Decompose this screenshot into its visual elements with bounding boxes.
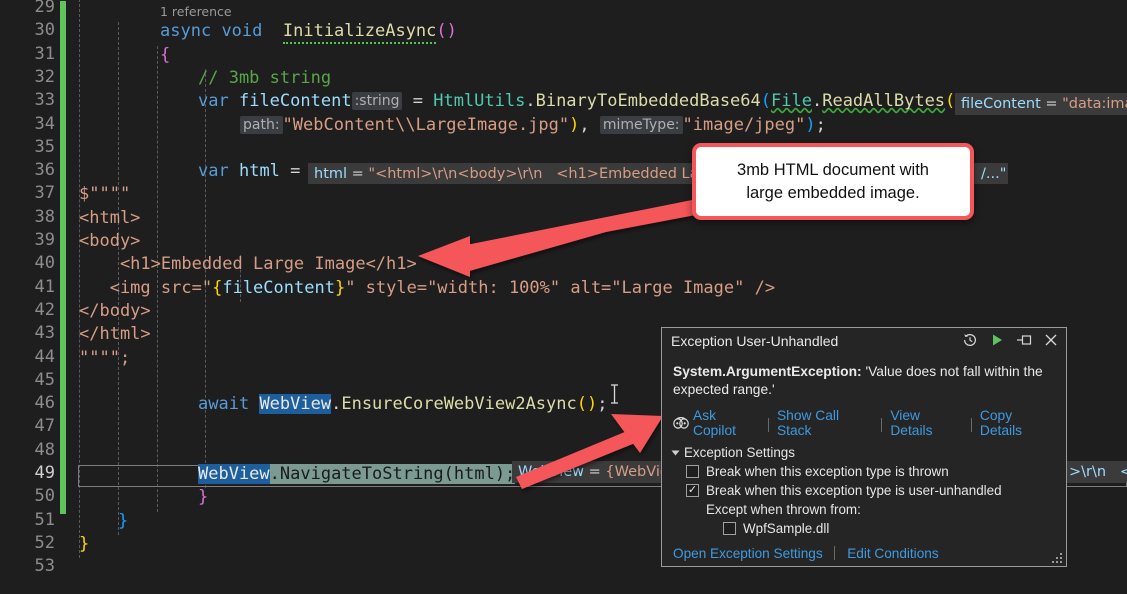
codelens-reference-count[interactable]: 1 reference [160,4,232,20]
code-line: </body> [79,300,151,321]
code-line: // 3mb string [198,67,332,88]
except-when-thrown-from-label: Except when thrown from: [706,502,861,517]
code-line: { [160,44,171,65]
resize-grip[interactable] [1051,552,1063,564]
exception-settings-title: Exception Settings [684,445,795,460]
view-details-link[interactable]: View Details [890,408,963,438]
open-exception-settings-link[interactable]: Open Exception Settings [673,546,823,561]
text-cursor-ibeam [610,383,619,410]
ask-copilot-link[interactable]: Ask Copilot [693,408,760,438]
exception-settings-section[interactable]: Exception Settings Break when this excep… [662,438,1066,536]
exception-action-links[interactable]: Ask Copilot Show Call Stack View Details… [662,399,1066,438]
close-icon[interactable] [1042,331,1060,349]
callout-line-1: 3mb HTML document with [737,160,929,179]
chevron-down-icon[interactable] [671,450,680,455]
edit-conditions-link[interactable]: Edit Conditions [847,546,938,561]
exception-helper-popup[interactable]: Exception User-Unhandled System.Argument… [661,327,1067,567]
datatip-html-far-right[interactable]: >\r\n <i [1063,461,1127,483]
exception-popup-header: Exception User-Unhandled [662,328,1066,355]
copilot-icon [673,416,689,430]
line-number: 35 [34,136,55,157]
break-when-user-unhandled-row[interactable]: ✓ Break when this exception type is user… [673,483,1055,498]
line-number: 29 [34,0,55,17]
link-separator [767,418,769,432]
link-separator [881,418,883,432]
break-when-user-unhandled-checkbox[interactable]: ✓ [686,484,699,497]
line-number: 53 [34,556,55,577]
break-when-user-unhandled-label: Break when this exception type is user-u… [706,483,1002,498]
exception-popup-title: Exception User-Unhandled [671,333,839,349]
history-icon[interactable] [961,331,979,349]
play-icon[interactable] [988,331,1006,349]
show-call-stack-link[interactable]: Show Call Stack [777,408,873,438]
exception-bottom-links[interactable]: Open Exception Settings Edit Conditions [662,536,1066,561]
line-number: 45 [34,369,55,390]
code-line: <h1>Embedded Large Image</h1> [79,254,417,275]
exception-popup-toolbar[interactable] [961,331,1060,349]
code-line: <img src="{fileContent}" style="width: 1… [79,277,776,298]
exception-type: System.ArgumentException: [673,364,862,379]
link-separator [970,418,972,432]
code-line: <body> [79,231,141,251]
break-when-thrown-row[interactable]: Break when this exception type is thrown [673,464,1055,479]
exception-message: System.ArgumentException: 'Value does no… [662,355,1066,399]
line-number: 48 [34,439,55,460]
module-checkbox[interactable] [723,522,736,535]
datatip-filecontent[interactable]: fileContent = "data:image/jp [955,93,1127,115]
pin-icon[interactable] [1015,331,1033,349]
copy-details-link[interactable]: Copy Details [980,408,1055,438]
annotation-callout: 3mb HTML document with large embedded im… [692,143,974,220]
callout-line-2: large embedded image. [746,183,920,202]
code-line: async void InitializeAsync() [0,20,1127,45]
line-number: 47 [34,416,55,437]
link-separator [834,546,836,560]
break-when-thrown-checkbox[interactable] [686,465,699,478]
break-when-thrown-label: Break when this exception type is thrown [706,464,949,479]
datatip-html-right[interactable]: /..." [975,163,1008,184]
module-label: WpfSample.dll [743,521,830,536]
module-row[interactable]: WpfSample.dll [673,521,1055,536]
code-line: path: "WebContent\\LargeImage.jpg"), mime… [0,114,1127,137]
exception-settings-header[interactable]: Exception Settings [671,445,1055,460]
